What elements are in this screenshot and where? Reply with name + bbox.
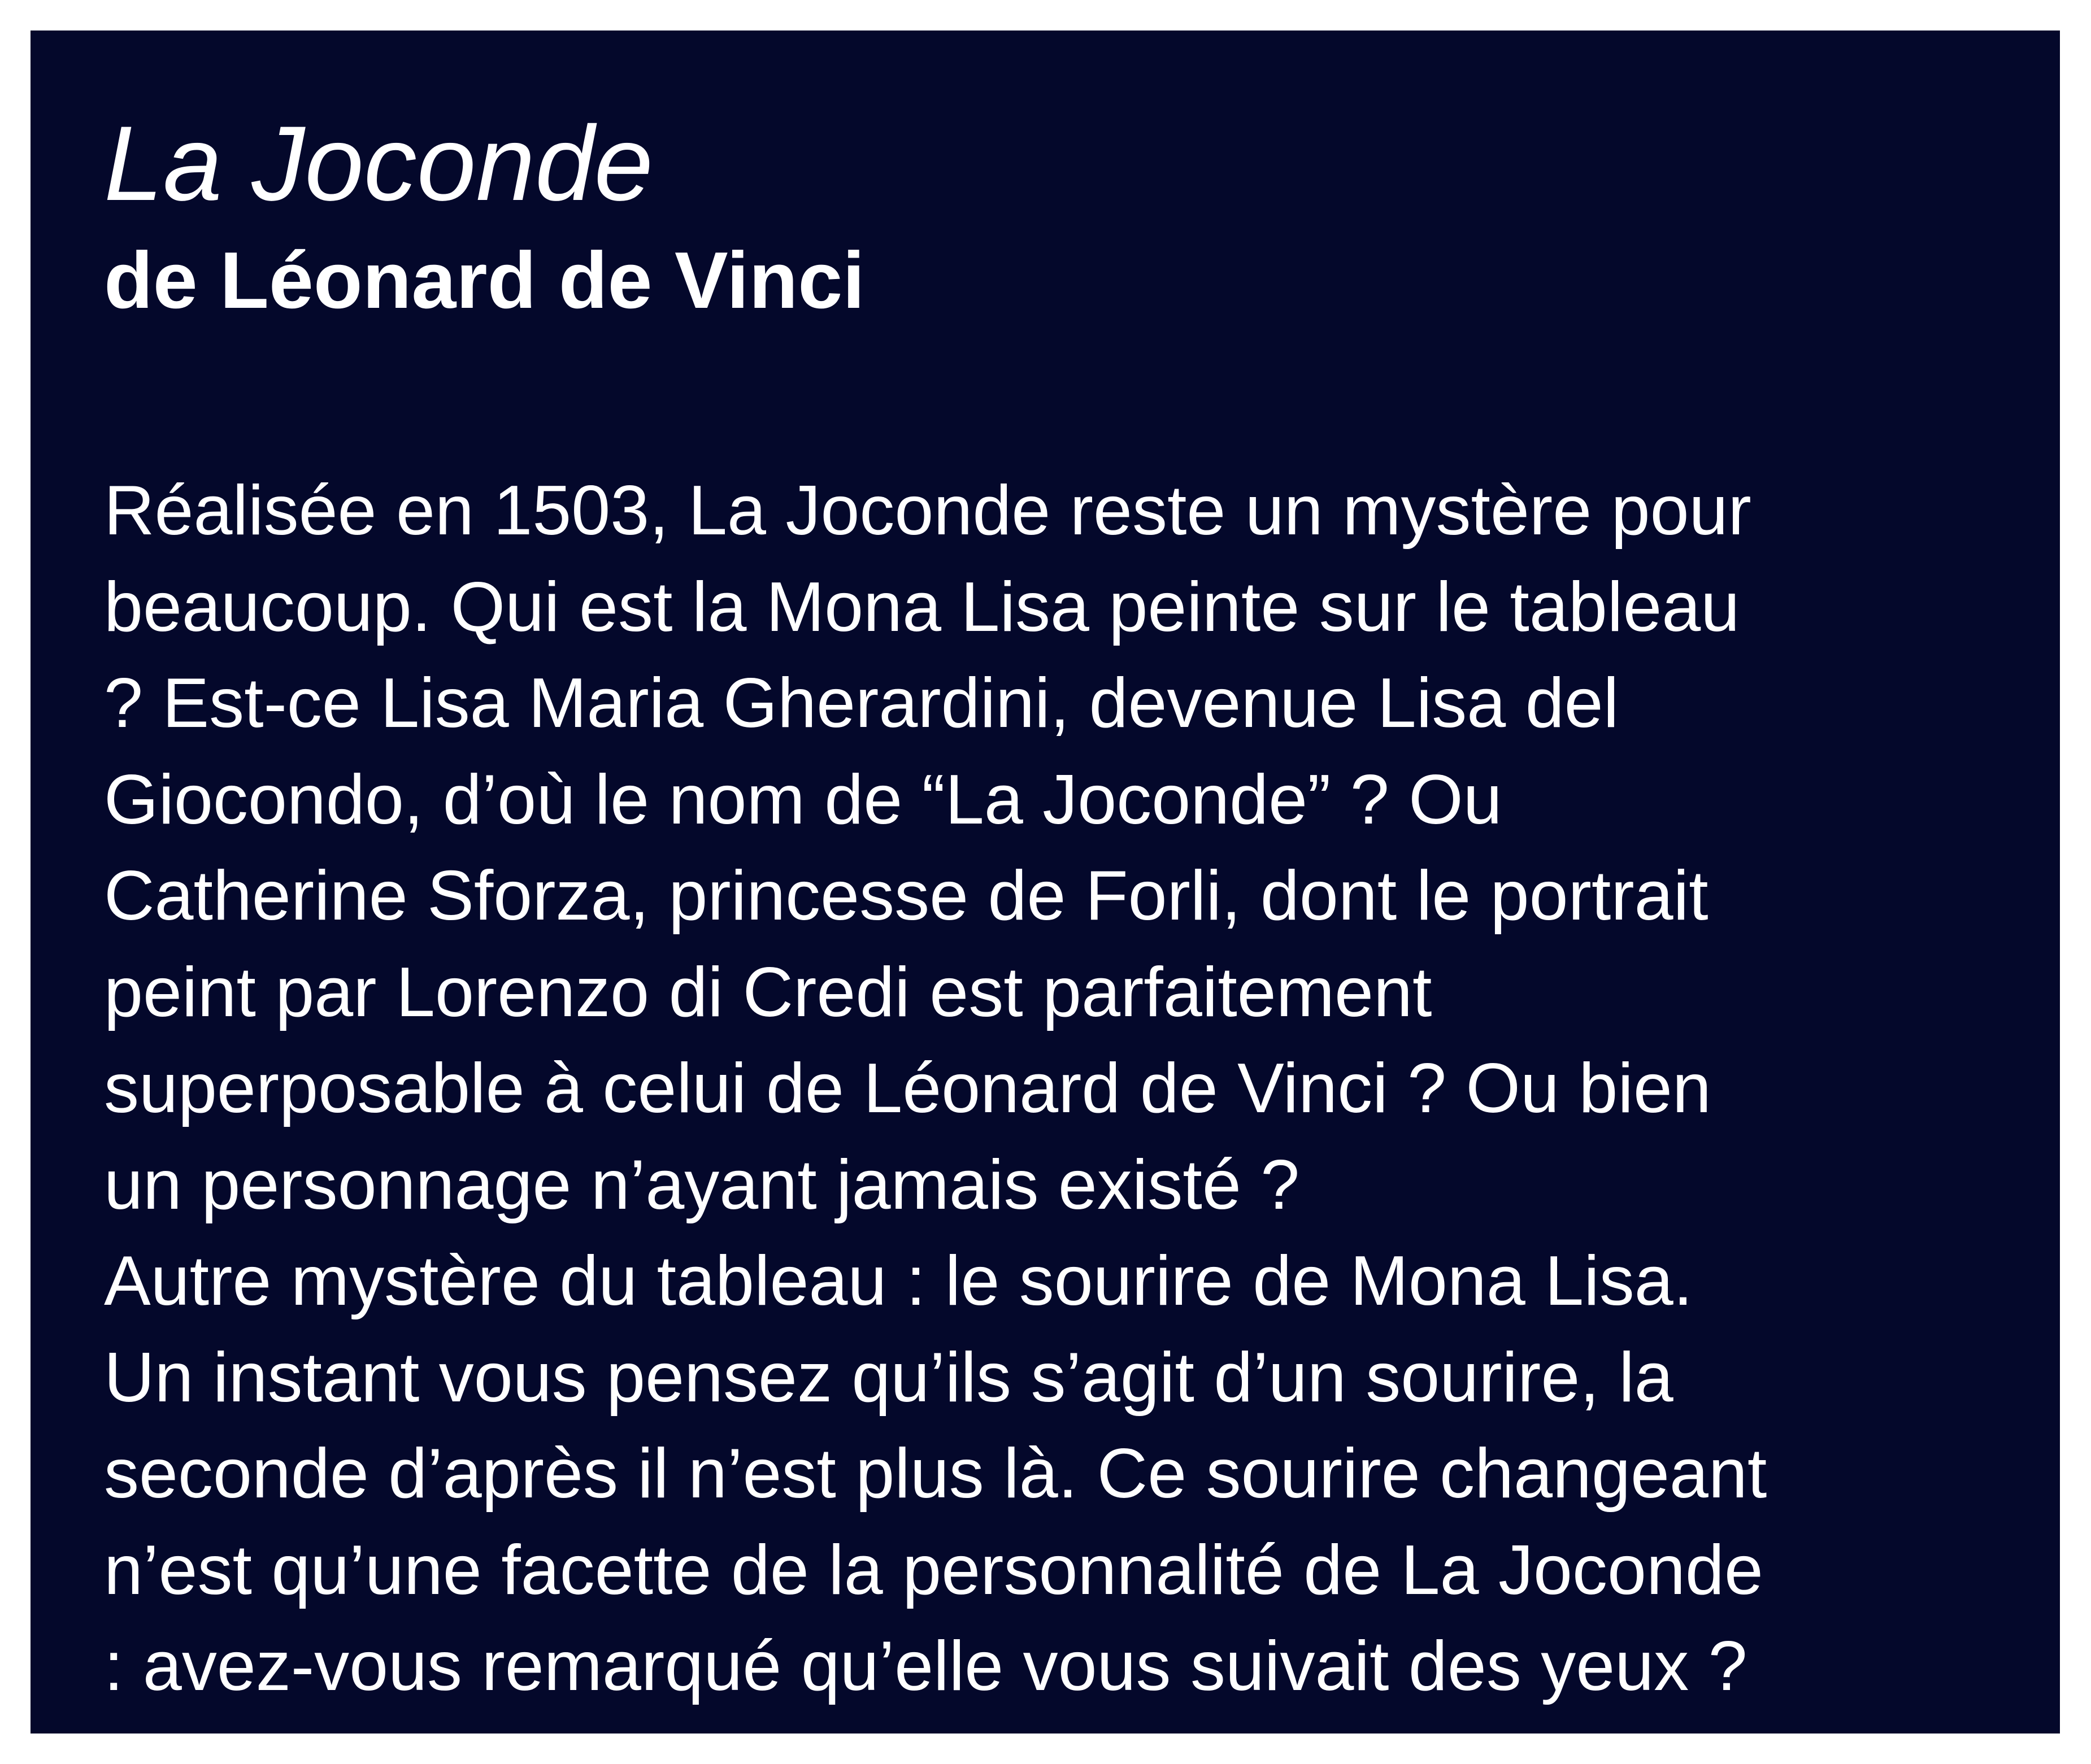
artwork-title: La Joconde <box>104 104 654 223</box>
description-line: beaucoup. Qui est la Mona Lisa peinte su… <box>104 568 1740 646</box>
description-line: : avez-vous remarqué qu’elle vous suivai… <box>104 1627 1747 1705</box>
description-line: seconde d’après il n’est plus là. Ce sou… <box>104 1435 1767 1513</box>
description-line: Autre mystère du tableau : le sourire de… <box>104 1242 1693 1320</box>
description-line: Un instant vous pensez qu’ils s’agit d’u… <box>104 1338 1673 1417</box>
description-line: Giocondo, d’où le nom de “La Joconde” ? … <box>104 760 1502 839</box>
description-line: superposable à celui de Léonard de Vinci… <box>104 1049 1711 1127</box>
description-line: un personnage n’ayant jamais existé ? <box>104 1145 1300 1224</box>
artist-name: de Léonard de Vinci <box>104 236 865 325</box>
description-line: Catherine Sforza, princesse de Forli, do… <box>104 857 1709 935</box>
description-line: peint par Lorenzo di Credi est parfaitem… <box>104 953 1432 1031</box>
info-panel: La Joconde de Léonard de Vinci Réalisée … <box>31 31 2060 1733</box>
description-line: ? Est-ce Lisa Maria Gherardini, devenue … <box>104 664 1619 742</box>
description-line: n’est qu’une facette de la personnalité … <box>104 1531 1763 1609</box>
description-text: Réalisée en 1503, La Joconde reste un my… <box>104 463 2036 1715</box>
description-line: Réalisée en 1503, La Joconde reste un my… <box>104 472 1751 550</box>
